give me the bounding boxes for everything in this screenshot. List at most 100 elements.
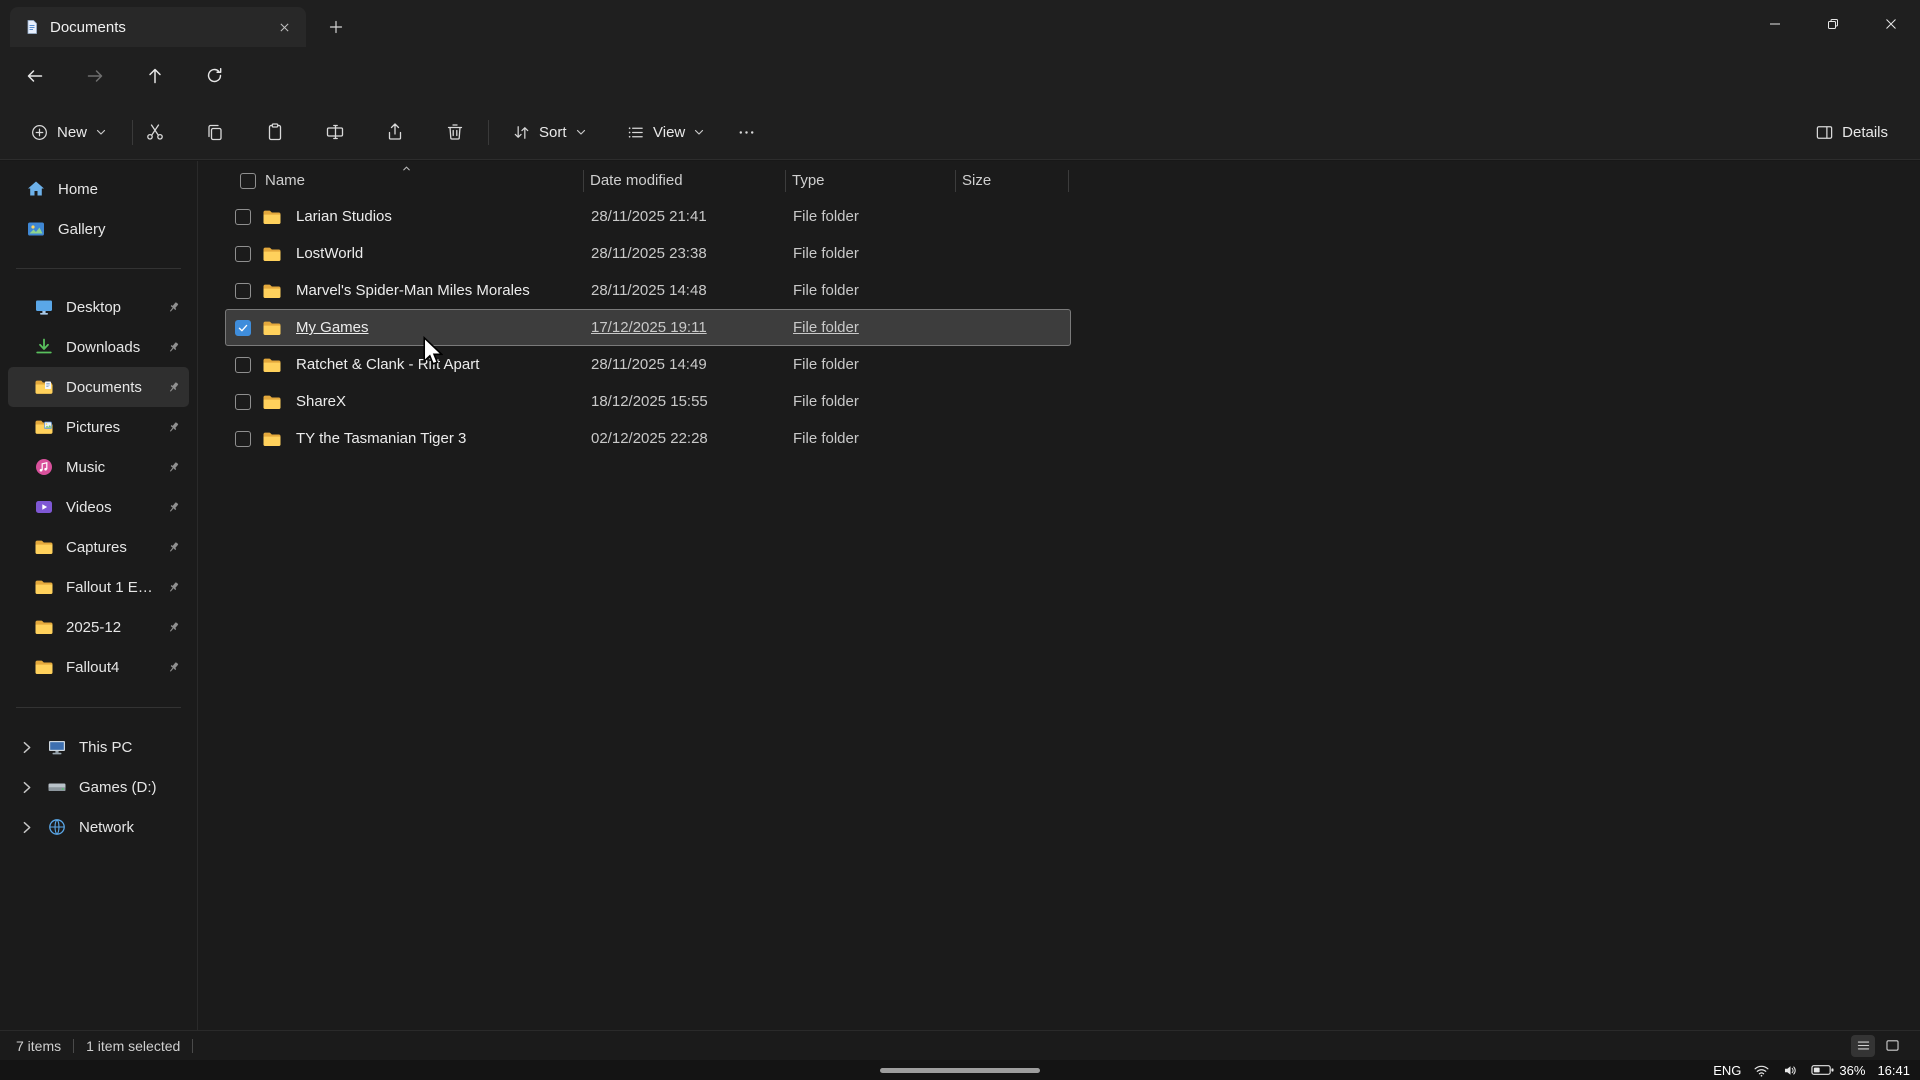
select-all-checkbox-cell: [225, 173, 261, 189]
wifi-icon[interactable]: [1753, 1062, 1770, 1079]
table-row[interactable]: LostWorld28/11/2025 23:38File folder: [225, 235, 1071, 272]
column-headers: Name Date modified Type Size: [225, 163, 1071, 198]
refresh-button[interactable]: [196, 57, 233, 94]
sidebar-item-music[interactable]: Music: [8, 447, 189, 487]
pin-icon: [166, 460, 181, 475]
file-explorer-window: Documents: [0, 0, 1920, 1080]
document-icon: [24, 19, 40, 35]
folder-icon: [262, 392, 282, 412]
file-list-pane: Name Date modified Type Size Larian Stud…: [199, 161, 1920, 1030]
share-button[interactable]: [376, 114, 413, 150]
table-row[interactable]: ShareX18/12/2025 15:55File folder: [225, 383, 1071, 420]
sidebar-separator: [16, 707, 181, 708]
row-checkbox[interactable]: [235, 357, 251, 373]
pin-icon: [166, 420, 181, 435]
row-checkbox[interactable]: [235, 283, 251, 299]
column-header-size[interactable]: Size: [956, 170, 1069, 192]
chevron-right-icon[interactable]: [18, 779, 35, 796]
clock[interactable]: 16:41: [1877, 1063, 1910, 1078]
sidebar-item-label: Music: [66, 459, 154, 476]
forward-button[interactable]: [76, 57, 113, 94]
row-checkbox[interactable]: [235, 320, 251, 336]
view-button[interactable]: View: [614, 114, 717, 150]
cut-button[interactable]: [136, 114, 173, 150]
sidebar-item-label: Videos: [66, 499, 154, 516]
tab-close-icon[interactable]: [272, 15, 296, 39]
sidebar-item-desktop[interactable]: Desktop: [8, 287, 189, 327]
music-icon: [34, 457, 54, 477]
gallery-icon: [26, 219, 46, 239]
system-tray: ENG 36% 16:41: [1713, 1060, 1910, 1080]
horizontal-scrollbar-thumb[interactable]: [880, 1068, 1040, 1073]
details-view-toggle[interactable]: [1851, 1035, 1875, 1057]
sidebar-item-gallery[interactable]: Gallery: [8, 209, 189, 249]
sort-button[interactable]: Sort: [500, 114, 599, 150]
rename-button[interactable]: [316, 114, 353, 150]
copy-button[interactable]: [196, 114, 233, 150]
language-indicator[interactable]: ENG: [1713, 1063, 1741, 1078]
minimize-button[interactable]: [1746, 0, 1804, 47]
sidebar-item-captures[interactable]: Captures: [8, 527, 189, 567]
folder-icon: [34, 537, 54, 557]
sidebar-item-downloads[interactable]: Downloads: [8, 327, 189, 367]
row-checkbox[interactable]: [235, 209, 251, 225]
file-type: File folder: [787, 393, 957, 410]
new-tab-button[interactable]: [324, 15, 348, 39]
delete-button[interactable]: [436, 114, 473, 150]
sidebar-item-2025-12[interactable]: 2025-12: [8, 607, 189, 647]
row-checkbox[interactable]: [235, 394, 251, 410]
up-button[interactable]: [136, 57, 173, 94]
sidebar-item-label: Desktop: [66, 299, 154, 316]
sidebar-separator: [16, 268, 181, 269]
select-all-checkbox[interactable]: [240, 173, 256, 189]
new-plus-icon: [30, 123, 49, 142]
chevron-right-icon[interactable]: [18, 819, 35, 836]
sidebar-item-network[interactable]: Network: [8, 807, 189, 847]
folder-icon: [262, 318, 282, 338]
pin-icon: [166, 540, 181, 555]
file-type: File folder: [787, 319, 957, 336]
taskbar-strip: ENG 36% 16:41: [0, 1060, 1920, 1080]
sidebar-item-fallout4[interactable]: Fallout4: [8, 647, 189, 687]
table-row[interactable]: Marvel's Spider-Man Miles Morales28/11/2…: [225, 272, 1071, 309]
battery-indicator[interactable]: 36%: [1811, 1063, 1865, 1078]
table-row[interactable]: Larian Studios28/11/2025 21:41File folde…: [225, 198, 1071, 235]
column-header-name[interactable]: Name: [261, 170, 584, 192]
sidebar-tree-list: This PCGames (D:)Network: [0, 727, 197, 847]
command-bar: New Sort: [0, 104, 1920, 160]
sidebar-item-videos[interactable]: Videos: [8, 487, 189, 527]
back-button[interactable]: [16, 57, 53, 94]
titlebar: Documents: [0, 0, 1920, 47]
column-header-type[interactable]: Type: [786, 170, 956, 192]
volume-icon[interactable]: [1782, 1062, 1799, 1079]
pc-icon: [47, 737, 67, 757]
new-button[interactable]: New: [18, 114, 119, 150]
sidebar-item-home[interactable]: Home: [8, 169, 189, 209]
row-checkbox[interactable]: [235, 246, 251, 262]
sidebar-item-games-d[interactable]: Games (D:): [8, 767, 189, 807]
close-button[interactable]: [1862, 0, 1920, 47]
column-header-date-modified[interactable]: Date modified: [584, 170, 786, 192]
table-row[interactable]: TY the Tasmanian Tiger 302/12/2025 22:28…: [225, 420, 1071, 457]
more-options-button[interactable]: [728, 114, 765, 150]
sidebar-item-this-pc[interactable]: This PC: [8, 727, 189, 767]
chevron-right-icon[interactable]: [18, 739, 35, 756]
folder-icon: [262, 207, 282, 227]
file-name: ShareX: [288, 393, 585, 410]
sidebar-item-fallout-1-english[interactable]: Fallout 1 English: [8, 567, 189, 607]
thumbnails-view-toggle[interactable]: [1880, 1035, 1904, 1057]
explorer-tab[interactable]: Documents: [10, 7, 306, 47]
table-row[interactable]: Ratchet & Clank - Rift Apart28/11/2025 1…: [225, 346, 1071, 383]
view-toggles: [1851, 1035, 1904, 1057]
file-date-modified: 28/11/2025 14:49: [585, 356, 787, 373]
row-checkbox[interactable]: [235, 431, 251, 447]
table-row[interactable]: My Games17/12/2025 19:11File folder: [225, 309, 1071, 346]
folder-icon: [34, 577, 54, 597]
restore-button[interactable]: [1804, 0, 1862, 47]
sidebar-item-pictures[interactable]: Pictures: [8, 407, 189, 447]
sidebar-item-documents[interactable]: Documents: [8, 367, 189, 407]
videos-icon: [34, 497, 54, 517]
paste-button[interactable]: [256, 114, 293, 150]
details-pane-button[interactable]: Details: [1803, 114, 1900, 150]
sidebar-item-label: Documents: [66, 379, 154, 396]
